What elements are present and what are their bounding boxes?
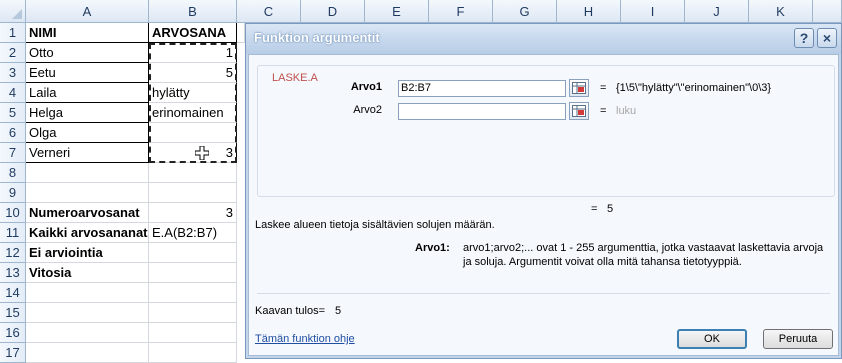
cell-a9[interactable] [26,183,149,203]
column-header-h[interactable]: H [557,0,621,23]
column-header-c[interactable]: C [237,0,301,23]
cell-a10[interactable]: Numeroarvosanat [26,203,149,223]
cell-a8[interactable] [26,163,149,183]
arg-help-line-2: ja soluja. Argumentit voivat olla mitä t… [463,256,742,268]
cell-a13[interactable]: Vitosia [26,263,149,283]
row-header-8[interactable]: 8 [0,163,26,183]
column-header-i[interactable]: I [621,0,685,23]
arg2-equals: = [600,105,607,117]
cell-b8[interactable] [149,163,237,183]
row-header-12[interactable]: 12 [0,243,26,263]
cell-a5[interactable]: Helga [26,103,149,123]
cell-a7[interactable]: Verneri [26,143,149,163]
column-header-g[interactable]: G [493,0,557,23]
cell-a3[interactable]: Eetu [26,63,149,83]
help-button[interactable]: ? [794,28,814,48]
row-header-3[interactable]: 3 [0,63,26,83]
dialog-body: LASKE.A Arvo1 B2:B7 = {1\5\"hylätty"\"er… [248,54,839,356]
cell-a6[interactable]: Olga [26,123,149,143]
column-header-f[interactable]: F [429,0,493,23]
column-header-k[interactable]: K [749,0,813,23]
select-all-corner[interactable] [0,0,26,23]
ok-button[interactable]: OK [677,329,747,349]
close-button[interactable]: × [817,28,837,48]
row-header-14[interactable]: 14 [0,283,26,303]
cell-b7[interactable]: 3 [149,143,237,163]
cell-b1[interactable]: ARVOSANA [149,23,237,43]
row-header-11[interactable]: 11 [0,223,26,243]
row-header-9[interactable]: 9 [0,183,26,203]
cell-a15[interactable] [26,303,149,323]
row-header-17[interactable]: 17 [0,343,26,363]
range-select-icon [572,105,586,117]
cell-a12[interactable]: Ei arviointia [26,243,149,263]
arg2-label: Arvo2 [353,104,382,116]
cell-b4[interactable]: hylätty [149,83,237,103]
dialog-title: Funktion argumentit [254,30,380,45]
row-header-10[interactable]: 10 [0,203,26,223]
column-header-partial[interactable] [813,0,842,23]
dialog-titlebar[interactable]: Funktion argumentit ? × [246,24,841,54]
arguments-group: LASKE.A Arvo1 B2:B7 = {1\5\"hylätty"\"er… [257,65,835,197]
function-description: Laskee alueen tietoja sisältävien soluje… [255,219,495,231]
cell-b15[interactable] [149,303,237,323]
function-arguments-dialog: Funktion argumentit ? × LASKE.A Arvo1 B2… [245,23,842,359]
arg1-equals: = [600,82,607,94]
cell-b17[interactable] [149,343,237,363]
cell-b9[interactable] [149,183,237,203]
row-header-16[interactable]: 16 [0,323,26,343]
divider [257,293,830,294]
cell-b3[interactable]: 5 [149,63,237,83]
arg1-label: Arvo1 [350,81,382,93]
column-header-j[interactable]: J [685,0,749,23]
overall-result: 5 [607,203,614,215]
cell-b5[interactable]: erinomainen [149,103,237,123]
arg1-input[interactable]: B2:B7 [398,80,566,97]
cell-a14[interactable] [26,283,149,303]
row-header-5[interactable]: 5 [0,103,26,123]
cell-a1[interactable]: NIMI [26,23,149,43]
function-help-link[interactable]: Tämän funktion ohje [255,333,355,345]
cell-a11[interactable]: Kaikki arvosananat [26,223,149,243]
arg-help-line-1: arvo1;arvo2;... ovat 1 - 255 argumenttia… [463,242,824,254]
formula-result-value: 5 [335,305,342,317]
cell-b16[interactable] [149,323,237,343]
column-header-d[interactable]: D [301,0,365,23]
cell-b14[interactable] [149,283,237,303]
cell-b6[interactable] [149,123,237,143]
row-header-15[interactable]: 15 [0,303,26,323]
arg1-result: {1\5\"hylätty"\"erinomainen"\0\3} [616,82,772,94]
arg2-input[interactable] [398,103,566,120]
row-header-2[interactable]: 2 [0,43,26,63]
cell-a17[interactable] [26,343,149,363]
cell-c1[interactable] [237,23,245,43]
column-header-e[interactable]: E [365,0,429,23]
range-select-icon [572,82,586,94]
cell-a2[interactable]: Otto [26,43,149,63]
cell-a16[interactable] [26,323,149,343]
cell-b11[interactable]: E.A(B2:B7) [149,223,237,243]
arg1-collapse-button[interactable] [569,79,589,97]
cell-b12[interactable] [149,243,237,263]
row-header-6[interactable]: 6 [0,123,26,143]
row-header-4[interactable]: 4 [0,83,26,103]
overall-equals: = [591,203,598,215]
formula-result-label: Kaavan tulos= [255,305,326,317]
row-header-7[interactable]: 7 [0,143,26,163]
arg2-collapse-button[interactable] [569,102,589,120]
cell-b2[interactable]: 1 [149,43,237,63]
cell-b10[interactable]: 3 [149,203,237,223]
column-header-a[interactable]: A [26,0,149,23]
cursor-cross-icon [195,146,209,160]
row-header-13[interactable]: 13 [0,263,26,283]
column-header-b[interactable]: B [149,0,237,23]
arg-help-label: Arvo1: [415,242,450,254]
cell-a4[interactable]: Laila [26,83,149,103]
cell-b13[interactable] [149,263,237,283]
cancel-button[interactable]: Peruuta [763,329,833,349]
row-header-1[interactable]: 1 [0,23,26,43]
arg2-result: luku [616,105,637,117]
